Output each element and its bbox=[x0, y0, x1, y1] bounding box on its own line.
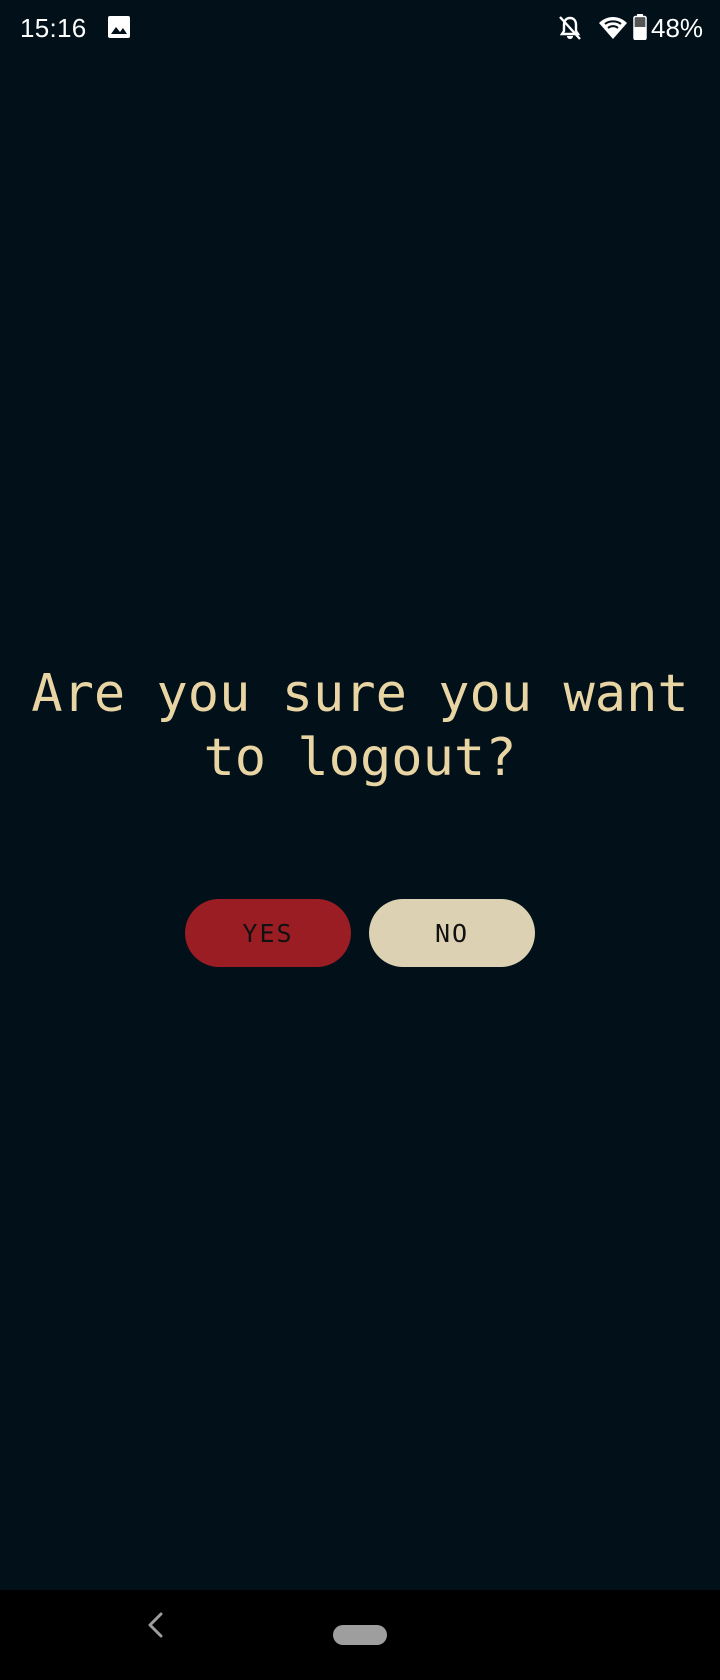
logout-prompt: Are you sure you want to logout? bbox=[31, 664, 689, 788]
status-time: 15:16 bbox=[20, 13, 87, 43]
wifi-icon bbox=[599, 17, 627, 39]
battery-icon bbox=[633, 14, 647, 40]
home-pill[interactable] bbox=[333, 1625, 387, 1645]
navigation-bar bbox=[0, 1590, 720, 1680]
logout-confirmation-screen: 15:16 48% Are you sure you want to logou… bbox=[0, 0, 720, 1680]
notifications-off-icon bbox=[559, 16, 581, 40]
yes-button[interactable]: YES bbox=[185, 899, 351, 967]
battery-percentage: 48% bbox=[651, 13, 704, 43]
back-icon[interactable] bbox=[142, 1611, 170, 1639]
no-button[interactable]: NO bbox=[369, 899, 535, 967]
image-icon bbox=[108, 16, 130, 38]
status-bar: 15:16 48% bbox=[0, 0, 720, 56]
